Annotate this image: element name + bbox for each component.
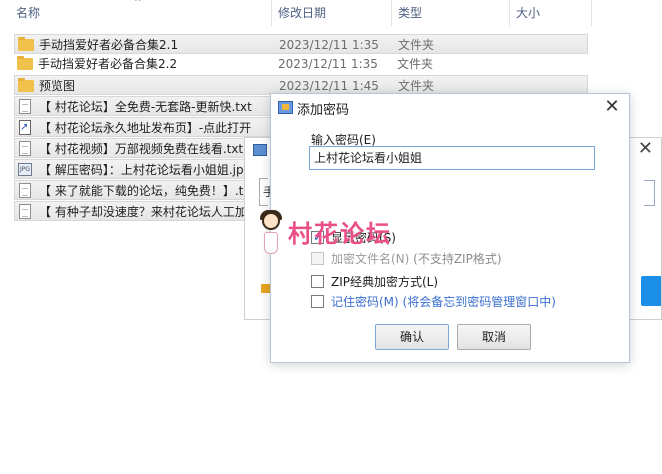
file-row[interactable]: JPG 【 解压密码】：上村花论坛看小姐姐.jp: [14, 159, 246, 179]
column-header-date[interactable]: 修改日期: [272, 0, 392, 26]
file-name: 【 村花论坛永久地址发布页】-点此打开: [39, 121, 252, 135]
close-icon[interactable]: ✕: [638, 138, 653, 159]
text-file-icon: [19, 204, 31, 219]
file-name: 【 村花论坛】全免费-无套路-更新快.txt: [39, 100, 252, 114]
text-file-icon: [19, 141, 31, 156]
encrypt-filenames-note: (不支持ZIP格式): [409, 252, 502, 266]
file-type: 文件夹: [398, 38, 435, 52]
remember-password-label[interactable]: 记住密码(M): [331, 295, 399, 309]
sort-arrow-icon: ^: [134, 0, 142, 8]
folder-icon: [18, 37, 34, 51]
file-row[interactable]: 【 来了就能下载的论坛，纯免费！】.t: [14, 180, 246, 200]
watermark: 村花论坛: [256, 210, 416, 266]
folder-icon: [17, 56, 33, 70]
file-name: 预览图: [39, 79, 76, 93]
text-file-icon: [19, 183, 31, 198]
column-header-size[interactable]: 大小: [510, 0, 592, 26]
file-row[interactable]: 预览图 2023/12/11 1:45 文件夹: [14, 75, 588, 95]
file-row[interactable]: 【 村花论坛永久地址发布页】-点此打开: [14, 117, 272, 138]
confirm-button[interactable]: 确认: [375, 324, 449, 350]
file-name: 【 有种子却没速度？来村花论坛人工加: [39, 205, 247, 219]
zip-classic-checkbox[interactable]: [311, 275, 324, 288]
column-header-size-label: 大小: [516, 6, 541, 20]
archive-app-icon: [253, 144, 267, 156]
zip-classic-label: ZIP经典加密方式(L): [331, 275, 439, 289]
remember-password-note: (将会备忘到密码管理窗口中): [398, 295, 556, 309]
column-header-date-label: 修改日期: [278, 6, 327, 20]
file-list-header: 名称 ^ 修改日期 类型 大小: [0, 0, 662, 26]
remember-password-label-group: 记住密码(M) (将会备忘到密码管理窗口中): [331, 294, 556, 310]
column-header-type[interactable]: 类型: [392, 0, 510, 26]
text-file-icon: [19, 99, 31, 114]
file-name: 【 村花视频】万部视频免费在线看.txt: [39, 142, 244, 156]
column-header-type-label: 类型: [398, 6, 423, 20]
background-dialog-dropdown[interactable]: [644, 180, 655, 206]
dialog-title: 添加密码: [297, 103, 350, 118]
cancel-button[interactable]: 取消: [457, 324, 531, 350]
file-name: 【 解压密码】：上村花论坛看小姐姐.jp: [39, 163, 244, 177]
archive-app-icon: [278, 101, 293, 114]
password-input[interactable]: 上村花论坛看小姐姐: [309, 146, 595, 170]
file-name: 手动挡爱好者必备合集2.2: [38, 57, 178, 71]
background-dialog-primary-button[interactable]: [641, 276, 661, 306]
remember-password-checkbox[interactable]: [311, 295, 324, 308]
file-type: 文件夹: [397, 57, 434, 71]
dialog-titlebar: 添加密码 ✕: [271, 94, 629, 120]
url-shortcut-icon: [19, 118, 31, 138]
file-name: 【 来了就能下载的论坛，纯免费！】.t: [39, 184, 244, 198]
watermark-text: 村花论坛: [288, 219, 392, 248]
file-row[interactable]: 【 有种子却没速度？来村花论坛人工加: [14, 201, 247, 221]
column-header-name-label: 名称: [16, 6, 41, 20]
watermark-mascot-image: [258, 210, 284, 262]
file-row[interactable]: 【 村花论坛】全免费-无套路-更新快.txt: [14, 96, 272, 116]
file-row[interactable]: 手动挡爱好者必备合集2.1 2023/12/11 1:35 文件夹: [14, 34, 588, 54]
file-row[interactable]: 【 村花视频】万部视频免费在线看.txt: [14, 138, 246, 158]
image-file-icon: JPG: [18, 163, 32, 176]
file-date: 2023/12/11 1:35: [278, 57, 378, 71]
file-date: 2023/12/11 1:35: [279, 38, 379, 52]
folder-icon: [18, 78, 34, 92]
file-name: 手动挡爱好者必备合集2.1: [39, 38, 179, 52]
close-button[interactable]: ✕: [601, 96, 623, 118]
